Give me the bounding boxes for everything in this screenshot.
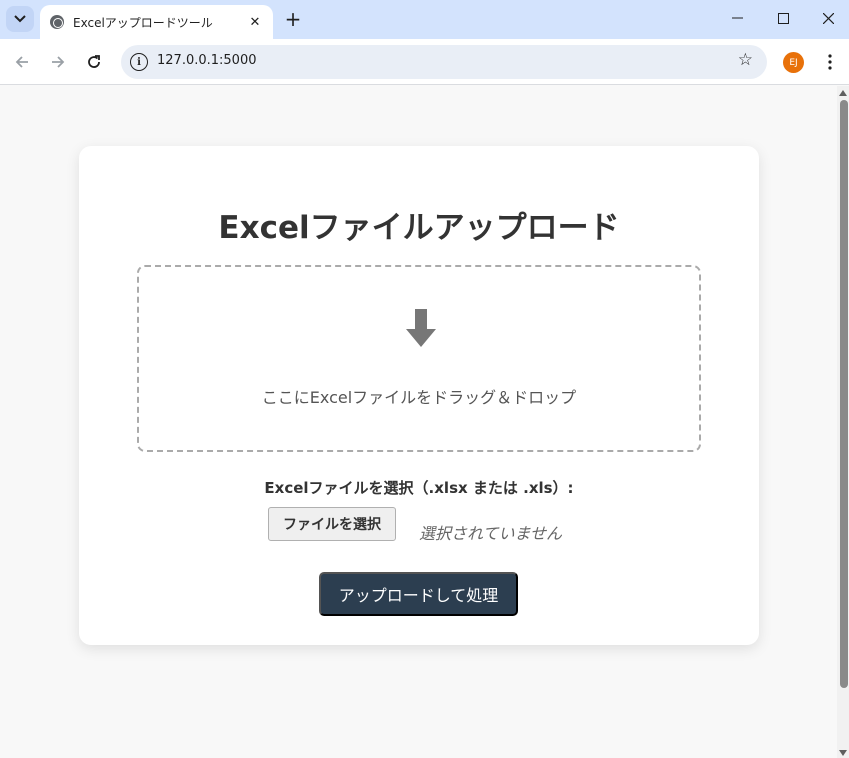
tab-bar: Excelアップロードツール ✕ + <box>0 0 849 39</box>
url-text[interactable]: 127.0.0.1:5000 <box>157 53 257 68</box>
active-tab[interactable]: Excelアップロードツール ✕ <box>40 5 273 39</box>
browser-toolbar: i 127.0.0.1:5000 ☆ EJ <box>0 39 849 85</box>
bookmark-star-icon[interactable]: ☆ <box>738 50 753 70</box>
drop-zone-text: ここにExcelファイルをドラッグ＆ドロップ <box>261 388 577 407</box>
browser-menu-button[interactable] <box>820 50 840 74</box>
scroll-down-icon[interactable] <box>839 750 847 756</box>
drop-zone[interactable]: ここにExcelファイルをドラッグ＆ドロップ <box>137 265 701 452</box>
back-arrow-icon <box>15 56 28 68</box>
maximize-button[interactable] <box>760 0 806 36</box>
choose-file-button[interactable]: ファイルを選択 <box>268 507 396 541</box>
minimize-icon <box>731 17 743 19</box>
file-status-text: 選択されていません <box>419 524 563 543</box>
close-icon <box>822 12 834 24</box>
forward-arrow-icon <box>52 56 65 68</box>
scroll-up-icon[interactable] <box>839 90 847 96</box>
back-button[interactable] <box>10 50 34 74</box>
page-scrollbar[interactable] <box>837 86 849 758</box>
down-arrow-icon <box>406 309 436 347</box>
new-tab-button[interactable]: + <box>282 7 304 31</box>
address-bar[interactable]: i 127.0.0.1:5000 ☆ <box>121 45 767 79</box>
tab-close-button[interactable]: ✕ <box>247 14 263 30</box>
reload-button[interactable] <box>82 50 106 74</box>
scroll-thumb[interactable] <box>840 100 848 688</box>
profile-avatar[interactable]: EJ <box>783 52 804 73</box>
close-window-button[interactable] <box>805 0 849 36</box>
upload-submit-button[interactable]: アップロードして処理 <box>319 572 518 616</box>
maximize-icon <box>777 12 789 24</box>
globe-icon <box>50 15 64 29</box>
chevron-down-icon <box>14 15 26 23</box>
more-vert-icon <box>828 54 832 70</box>
page-title: Excelファイルアップロード <box>218 210 620 246</box>
minimize-button[interactable] <box>714 0 760 36</box>
upload-card: Excelファイルアップロード ここにExcelファイルをドラッグ＆ドロップ E… <box>79 146 759 645</box>
site-info-icon[interactable]: i <box>130 53 148 71</box>
reload-icon <box>88 55 100 68</box>
tab-title: Excelアップロードツール <box>73 15 213 30</box>
forward-button[interactable] <box>46 50 70 74</box>
tab-search-button[interactable] <box>6 6 34 32</box>
file-input-label: Excelファイルを選択（.xlsx または .xls）: <box>264 479 574 497</box>
